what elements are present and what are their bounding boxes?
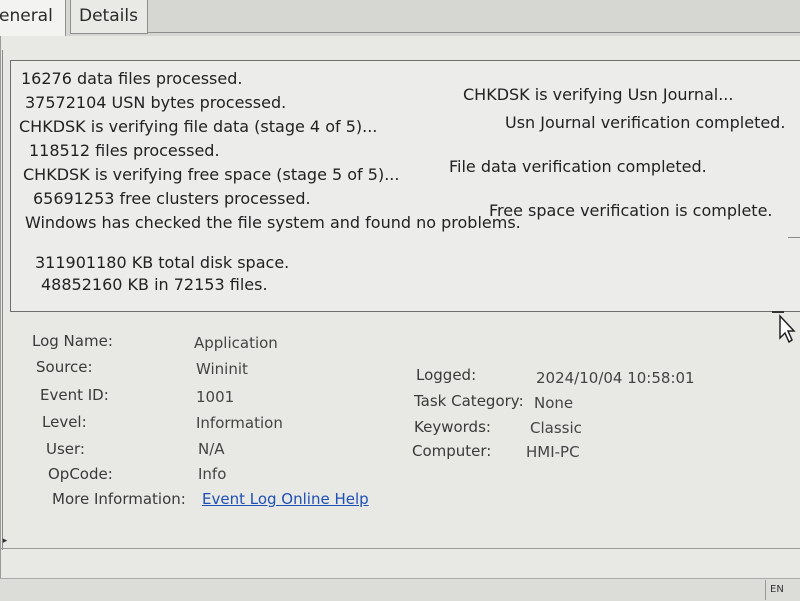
desc-line: CHKDSK is verifying free space (stage 5 … — [23, 165, 400, 184]
desc-line: 48852160 KB in 72153 files. — [41, 275, 268, 294]
computer-value: HMI-PC — [526, 443, 580, 461]
source-value: Wininit — [196, 360, 248, 378]
panel-left-edge — [2, 50, 9, 550]
desc-line: 16276 data files processed. — [21, 69, 243, 88]
log-name-value: Application — [194, 334, 278, 352]
event-log-online-help-link[interactable]: Event Log Online Help — [202, 490, 369, 508]
logged-value: 2024/10/04 10:58:01 — [536, 369, 695, 387]
desc-line: CHKDSK is verifying Usn Journal... — [463, 85, 734, 104]
level-label: Level: — [42, 413, 87, 431]
log-name-label: Log Name: — [32, 332, 113, 350]
resize-cursor-icon — [772, 311, 796, 344]
desc-line: 311901180 KB total disk space. — [35, 253, 290, 272]
task-category-value: None — [534, 394, 574, 412]
user-value: N/A — [198, 440, 225, 458]
keywords-label: Keywords: — [414, 418, 491, 436]
desc-line: CHKDSK is verifying file data (stage 4 o… — [19, 117, 378, 136]
event-id-label: Event ID: — [40, 386, 109, 404]
desc-line: 65691253 free clusters processed. — [33, 189, 311, 208]
opcode-value: Info — [198, 465, 227, 483]
tab-divider — [148, 32, 800, 33]
event-id-value: 1001 — [196, 388, 235, 406]
source-label: Source: — [36, 358, 93, 376]
language-indicator[interactable]: EN — [765, 580, 800, 600]
desc-line: Usn Journal verification completed. — [505, 113, 786, 132]
keywords-value: Classic — [530, 419, 582, 437]
tab-general[interactable]: eneral — [0, 0, 66, 36]
level-value: Information — [196, 414, 283, 432]
opcode-label: OpCode: — [48, 465, 113, 483]
tab-bar: eneral Details — [0, 0, 800, 36]
logged-label: Logged: — [416, 366, 477, 384]
panel-bottom-border — [0, 548, 800, 549]
desc-line: Free space verification is complete. — [489, 201, 773, 220]
task-category-label: Task Category: — [414, 392, 524, 410]
description-resize-edge — [788, 237, 800, 238]
user-label: User: — [46, 440, 85, 458]
window-bottom-strip — [0, 578, 800, 601]
event-description-box[interactable]: 16276 data files processed. CHKDSK is ve… — [10, 60, 800, 312]
desc-line: 118512 files processed. — [29, 141, 220, 160]
more-information-label: More Information: — [52, 490, 186, 508]
computer-label: Computer: — [412, 442, 492, 460]
tab-details[interactable]: Details — [70, 0, 148, 34]
desc-line: Windows has checked the file system and … — [25, 213, 521, 232]
desc-line: File data verification completed. — [449, 157, 707, 176]
desc-line: 37572104 USN bytes processed. — [25, 93, 287, 112]
scroll-right-arrow-icon[interactable]: ▸ — [0, 534, 10, 548]
